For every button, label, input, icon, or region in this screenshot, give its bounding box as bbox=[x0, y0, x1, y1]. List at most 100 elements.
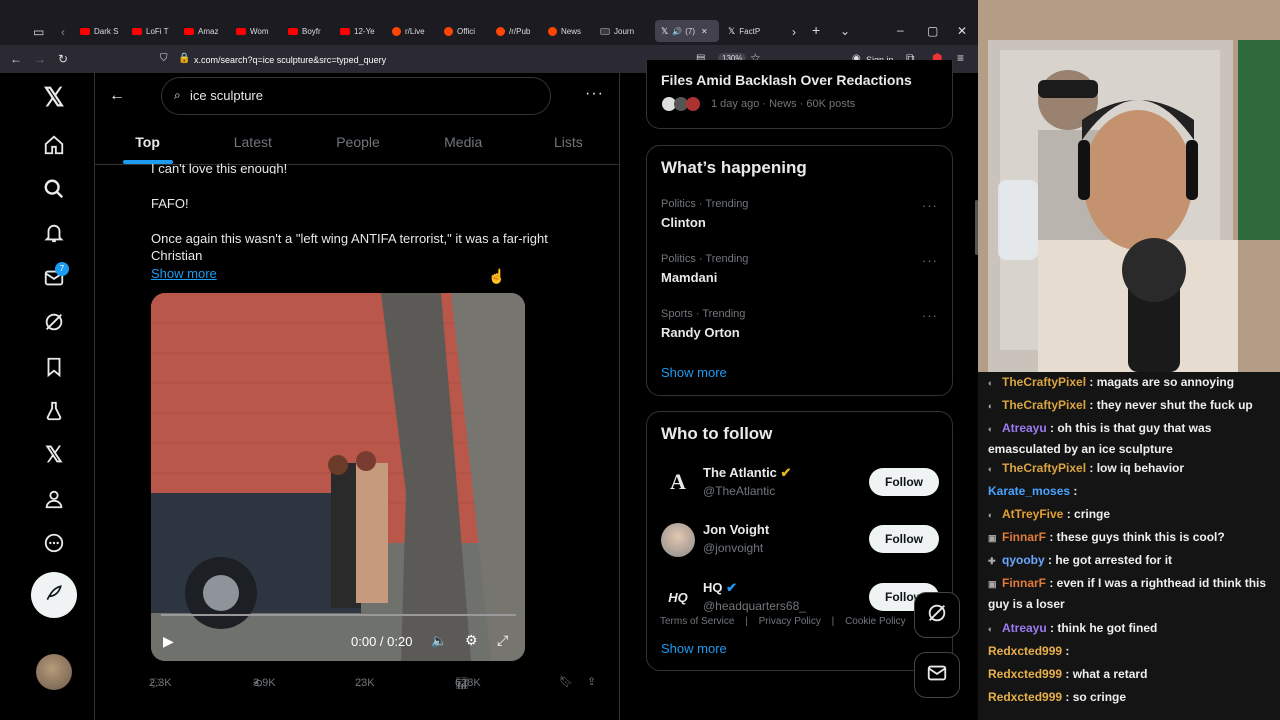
youtube-icon bbox=[236, 27, 246, 35]
chat-username[interactable]: Redxcted999 bbox=[988, 667, 1062, 681]
menu-icon[interactable]: ≡ bbox=[957, 52, 964, 64]
browser-tab[interactable]: LoFi T bbox=[132, 20, 184, 42]
chat-username[interactable]: Redxcted999 bbox=[988, 644, 1062, 658]
terms-link[interactable]: Terms of Service bbox=[660, 616, 734, 627]
profile-icon[interactable] bbox=[42, 487, 66, 511]
chat-text: : these guys think this is cool? bbox=[1046, 530, 1225, 544]
grok-float-button[interactable] bbox=[914, 592, 960, 638]
tab-latest[interactable]: Latest bbox=[200, 123, 305, 164]
chat-username[interactable]: TheCraftyPixel bbox=[1002, 461, 1086, 475]
tab-top[interactable]: Top bbox=[95, 123, 200, 164]
user-handle: @TheAtlantic bbox=[703, 484, 776, 498]
chat-username[interactable]: qyooby bbox=[1002, 553, 1045, 567]
browser-tab[interactable]: News bbox=[548, 20, 600, 42]
post-video[interactable]: ▶ 0:00 / 0:20 🔈 ⚙ ⤢ bbox=[151, 293, 525, 661]
browser-tab[interactable]: Journ bbox=[600, 20, 652, 42]
chat-badge-icon: ◐ bbox=[988, 401, 994, 411]
share-icon[interactable]: ⇪ bbox=[587, 675, 596, 688]
browser-tab-active[interactable]: 𝕏 🔊 (7) ✕ bbox=[655, 20, 719, 42]
browser-tab[interactable]: 𝕏 FactP bbox=[728, 20, 780, 42]
news-card[interactable]: Files Amid Backlash Over Redactions 1 da… bbox=[646, 60, 953, 129]
follow-button[interactable]: Follow bbox=[869, 525, 939, 553]
tab-people[interactable]: People bbox=[305, 123, 410, 164]
user-name-text: The Atlantic bbox=[703, 465, 777, 480]
browser-tab[interactable]: Amaz bbox=[184, 20, 236, 42]
bell-icon[interactable] bbox=[42, 221, 66, 245]
back-arrow-icon[interactable]: ← bbox=[109, 87, 125, 105]
settings-gear-icon[interactable]: ⚙ bbox=[465, 632, 478, 649]
more-icon[interactable]: ··· bbox=[922, 308, 938, 323]
search-input[interactable]: ⌕ ice sculpture bbox=[161, 77, 551, 115]
chat-username[interactable]: TheCraftyPixel bbox=[1002, 375, 1086, 389]
chat-username[interactable]: Atreayu bbox=[1002, 421, 1047, 435]
reload-icon[interactable]: ↻ bbox=[58, 53, 68, 65]
trend-meta: Politics · Trending bbox=[661, 253, 749, 265]
forward-icon[interactable]: → bbox=[34, 53, 46, 65]
chevron-down-icon[interactable]: ⌄ bbox=[840, 25, 850, 37]
show-more-link[interactable]: Show more bbox=[151, 265, 217, 282]
jobs-flask-icon[interactable] bbox=[42, 399, 66, 423]
show-more-link[interactable]: Show more bbox=[661, 365, 727, 380]
trend-item[interactable]: Politics · Trending Mamdani ··· bbox=[647, 247, 952, 299]
chat-username[interactable]: FinnarF bbox=[1002, 576, 1046, 590]
maximize-icon[interactable]: ▢ bbox=[927, 25, 938, 37]
browser-tab[interactable]: Offici bbox=[444, 20, 496, 42]
mouse-cursor-icon: ☝ bbox=[488, 268, 506, 284]
tab-label: /r/Pub bbox=[509, 26, 531, 36]
reddit-icon bbox=[496, 26, 505, 36]
cookie-link[interactable]: Cookie Policy bbox=[845, 616, 906, 627]
account-avatar[interactable] bbox=[36, 654, 72, 690]
chat-username[interactable]: Redxcted999 bbox=[988, 690, 1062, 704]
more-icon[interactable]: ··· bbox=[922, 253, 938, 268]
minimize-icon[interactable]: – bbox=[897, 24, 904, 36]
bookmark-icon[interactable] bbox=[42, 355, 66, 379]
x-logo-icon[interactable]: 𝕏 bbox=[42, 82, 66, 112]
more-circle-icon[interactable] bbox=[42, 531, 66, 555]
play-icon[interactable]: ▶ bbox=[163, 633, 174, 650]
scroll-right-icon[interactable]: › bbox=[792, 26, 796, 38]
scroll-left-icon[interactable]: ‹ bbox=[61, 26, 65, 38]
follow-button[interactable]: Follow bbox=[869, 468, 939, 496]
browser-tab[interactable]: /r/Pub bbox=[496, 20, 548, 42]
news-meta: 1 day ago · News · 60K posts bbox=[711, 98, 856, 110]
privacy-link[interactable]: Privacy Policy bbox=[759, 616, 821, 627]
close-tab-icon[interactable]: ✕ bbox=[701, 27, 708, 36]
x-logo-icon: 𝕏 bbox=[728, 25, 736, 36]
browser-tab[interactable]: Wom bbox=[236, 20, 288, 42]
chat-username[interactable]: AtTreyFive bbox=[1002, 507, 1063, 521]
post-button[interactable] bbox=[31, 572, 77, 618]
premium-x-icon[interactable]: 𝕏 bbox=[42, 442, 66, 467]
fullscreen-icon[interactable]: ⤢ bbox=[497, 632, 508, 649]
browser-tab[interactable]: r/Live bbox=[392, 20, 444, 42]
verified-icon: ✔ bbox=[726, 580, 738, 595]
chat-username[interactable]: Karate_moses bbox=[988, 484, 1070, 498]
browser-tab[interactable]: 12-Ye bbox=[340, 20, 392, 42]
tab-media[interactable]: Media bbox=[411, 123, 516, 164]
user-name[interactable]: The Atlantic ✔ bbox=[703, 465, 791, 481]
volume-icon[interactable]: 🔈 bbox=[431, 633, 447, 649]
chat-username[interactable]: FinnarF bbox=[1002, 530, 1046, 544]
trend-item[interactable]: Sports · Trending Randy Orton ··· bbox=[647, 302, 952, 354]
back-icon[interactable]: ← bbox=[10, 53, 22, 65]
user-name[interactable]: HQ ✔ bbox=[703, 580, 737, 596]
tab-lists[interactable]: Lists bbox=[516, 123, 619, 164]
user-name[interactable]: Jon Voight bbox=[703, 522, 769, 537]
more-icon[interactable]: ··· bbox=[922, 198, 938, 213]
tab-list-icon[interactable]: ▭ bbox=[33, 26, 44, 38]
chat-username[interactable]: TheCraftyPixel bbox=[1002, 398, 1086, 412]
more-options-icon[interactable]: ··· bbox=[585, 85, 604, 103]
chat-username[interactable]: Atreayu bbox=[1002, 621, 1047, 635]
browser-tab[interactable]: Boyfr bbox=[288, 20, 340, 42]
grok-icon[interactable] bbox=[42, 310, 66, 334]
home-icon[interactable] bbox=[42, 133, 66, 157]
trend-item[interactable]: Politics · Trending Clinton ··· bbox=[647, 192, 952, 244]
browser-tab[interactable]: Dark S bbox=[80, 20, 132, 42]
chat-badge-icon: ◐ bbox=[988, 424, 994, 434]
show-more-link[interactable]: Show more bbox=[661, 641, 727, 656]
messages-float-button[interactable] bbox=[914, 652, 960, 698]
search-icon[interactable] bbox=[42, 177, 66, 201]
close-window-icon[interactable]: ✕ bbox=[957, 25, 967, 37]
new-tab-icon[interactable]: + bbox=[812, 23, 820, 37]
chat-text: : he got arrested for it bbox=[1044, 553, 1173, 567]
bookmark-icon[interactable]: 🔖︎ bbox=[559, 675, 573, 688]
